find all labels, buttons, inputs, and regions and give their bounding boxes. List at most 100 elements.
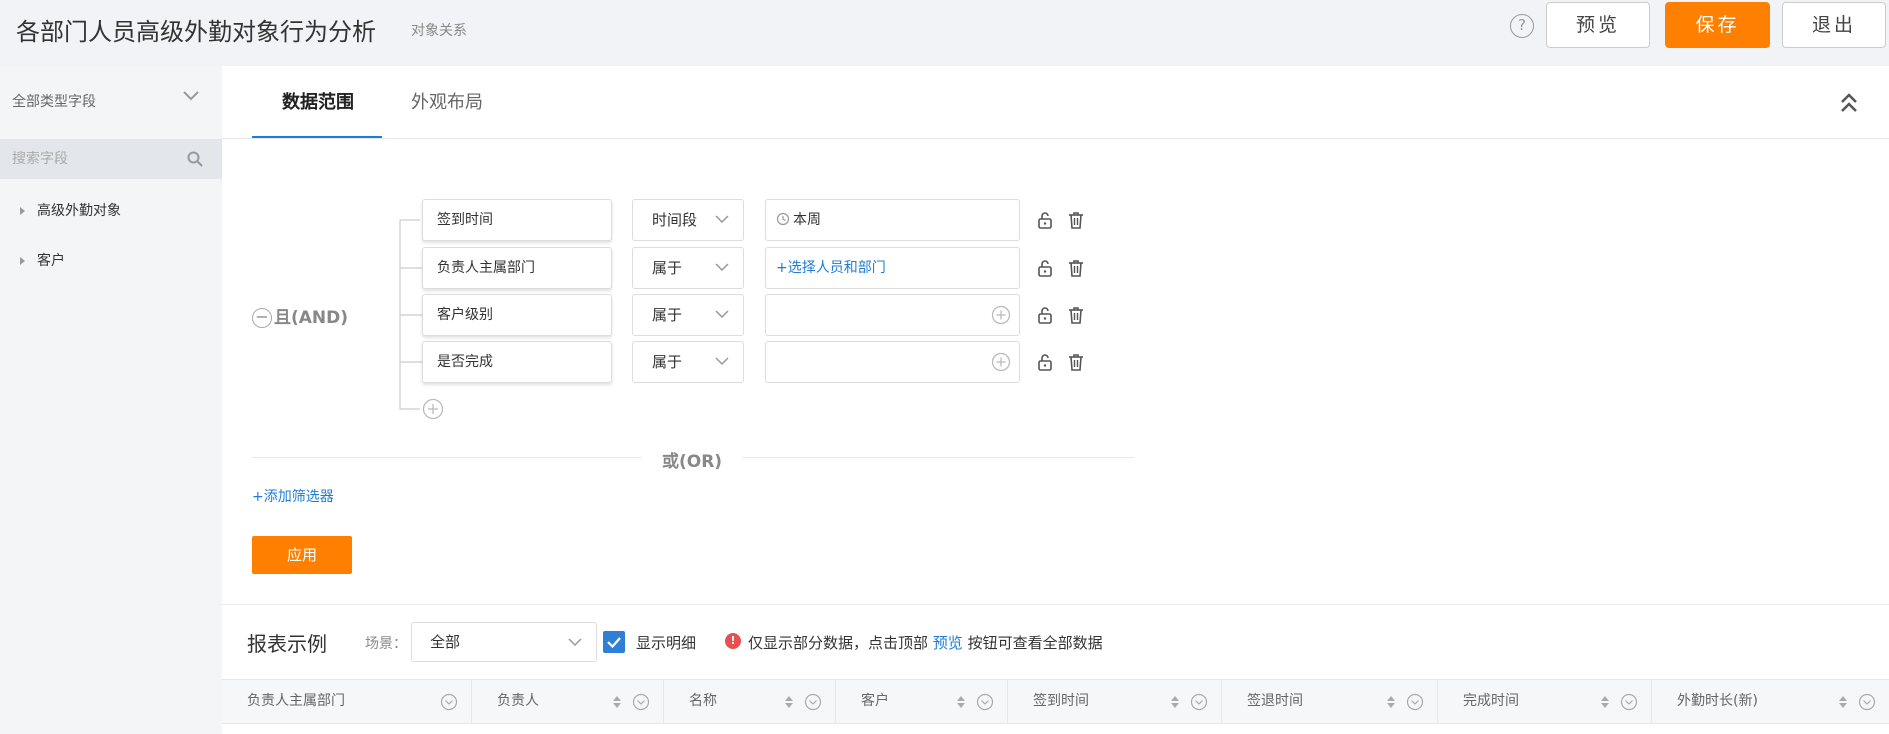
column-header[interactable]: 名称	[664, 680, 836, 723]
column-menu-icon[interactable]	[1858, 693, 1876, 711]
sidebar-item-label: 高级外勤对象	[37, 203, 121, 219]
column-menu-icon[interactable]	[440, 693, 458, 711]
column-header-label: 签到时间	[1033, 693, 1089, 709]
search-box	[0, 139, 222, 179]
trash-icon[interactable]	[1066, 305, 1086, 325]
column-header[interactable]: 签到时间	[1008, 680, 1222, 723]
sort-icon[interactable]	[784, 695, 794, 709]
condition-operator-label: 属于	[652, 353, 683, 371]
unlock-icon[interactable]	[1035, 305, 1055, 325]
apply-button[interactable]: 应用	[252, 536, 352, 574]
column-header-label: 签退时间	[1247, 693, 1303, 709]
column-header-label: 完成时间	[1463, 693, 1519, 709]
double-chevron-up-icon[interactable]	[1839, 92, 1859, 114]
condition-field[interactable]: 客户级别	[422, 294, 612, 336]
column-menu-icon[interactable]	[976, 693, 994, 711]
column-menu-icon[interactable]	[1190, 693, 1208, 711]
sort-icon[interactable]	[956, 695, 966, 709]
column-header-label: 名称	[689, 693, 717, 709]
condition-value-label: 本周	[793, 212, 821, 228]
select-people-dept-link[interactable]: +选择人员和部门	[776, 260, 886, 276]
help-icon[interactable]: ?	[1510, 14, 1534, 38]
info-prefix: 仅显示部分数据，点击顶部	[748, 634, 929, 652]
column-menu-icon[interactable]	[632, 693, 650, 711]
divider	[252, 457, 642, 458]
condition-value[interactable]	[765, 294, 1020, 336]
column-menu-icon[interactable]	[1406, 693, 1424, 711]
active-tab-indicator	[252, 136, 382, 138]
and-label-text: 且(AND)	[274, 308, 349, 328]
condition-operator[interactable]: 属于	[632, 294, 744, 336]
sort-icon[interactable]	[1838, 695, 1848, 709]
chevron-down-icon	[715, 263, 729, 272]
and-group-label[interactable]: − 且(AND)	[252, 303, 348, 328]
sort-icon[interactable]	[1170, 695, 1180, 709]
report-table-header: 负责人主属部门 负责人 名称 客户 签到时间 签退时间 完成时间 外勤时长(新)	[222, 679, 1889, 724]
scene-select[interactable]: 全部	[411, 622, 597, 662]
sidebar-item-customer[interactable]: 客户	[20, 250, 65, 270]
search-icon[interactable]	[186, 150, 204, 168]
condition-value[interactable]	[765, 341, 1020, 383]
sidebar-item-label: 客户	[37, 253, 65, 269]
plus-circle-icon[interactable]	[991, 305, 1011, 325]
trash-icon[interactable]	[1066, 258, 1086, 278]
column-menu-icon[interactable]	[804, 693, 822, 711]
condition-value[interactable]: 本周	[765, 199, 1020, 241]
column-header[interactable]: 外勤时长(新)	[1652, 680, 1889, 723]
trash-icon[interactable]	[1066, 210, 1086, 230]
tab-appearance-layout[interactable]: 外观布局	[411, 88, 483, 114]
unlock-icon[interactable]	[1035, 258, 1055, 278]
condition-field[interactable]: 签到时间	[422, 199, 612, 241]
page-subtitle: 对象关系	[411, 23, 467, 39]
exit-button[interactable]: 退出	[1782, 2, 1886, 48]
unlock-icon[interactable]	[1035, 352, 1055, 372]
sort-icon[interactable]	[1386, 695, 1396, 709]
scene-label: 场景：	[365, 636, 407, 652]
search-input[interactable]	[12, 148, 172, 170]
field-type-select[interactable]: 全部类型字段	[12, 91, 96, 111]
add-filter-link[interactable]: +添加筛选器	[252, 486, 334, 506]
unlock-icon[interactable]	[1035, 210, 1055, 230]
caret-right-icon	[20, 257, 25, 265]
condition-field[interactable]: 负责人主属部门	[422, 247, 612, 289]
column-header[interactable]: 客户	[836, 680, 1008, 723]
tab-data-range[interactable]: 数据范围	[282, 88, 354, 114]
condition-operator[interactable]: 时间段	[632, 199, 744, 241]
clock-icon	[776, 212, 790, 226]
report-title: 报表示例	[247, 632, 327, 656]
column-header-label: 负责人	[497, 693, 539, 709]
scene-select-value: 全部	[430, 633, 461, 651]
condition-operator[interactable]: 属于	[632, 341, 744, 383]
trash-icon[interactable]	[1066, 352, 1086, 372]
chevron-down-icon[interactable]	[181, 89, 201, 103]
column-header[interactable]: 负责人	[472, 680, 664, 723]
show-detail-checkbox[interactable]	[603, 631, 625, 653]
column-header[interactable]: 签退时间	[1222, 680, 1438, 723]
plus-circle-icon[interactable]	[991, 352, 1011, 372]
minus-circle-icon[interactable]: −	[252, 308, 272, 328]
add-condition-icon[interactable]	[422, 398, 444, 420]
info-message: 仅显示部分数据，点击顶部 预览 按钮可查看全部数据	[748, 632, 1103, 653]
column-header[interactable]: 负责人主属部门	[222, 680, 472, 723]
condition-value[interactable]: +选择人员和部门	[765, 247, 1020, 289]
show-detail-label[interactable]: 显示明细	[636, 632, 696, 653]
divider	[742, 457, 1134, 458]
preview-button[interactable]: 预览	[1546, 2, 1650, 48]
save-button[interactable]: 保存	[1665, 2, 1770, 48]
info-suffix: 按钮可查看全部数据	[967, 634, 1103, 652]
sort-icon[interactable]	[612, 695, 622, 709]
condition-field[interactable]: 是否完成	[422, 341, 612, 383]
sidebar-item-field-object[interactable]: 高级外勤对象	[20, 200, 121, 220]
condition-operator[interactable]: 属于	[632, 247, 744, 289]
info-preview-link[interactable]: 预览	[933, 634, 963, 652]
column-header[interactable]: 完成时间	[1438, 680, 1652, 723]
warning-icon: !	[725, 633, 741, 649]
tabs-bar: 数据范围 外观布局	[222, 66, 1889, 139]
top-header: 各部门人员高级外勤对象行为分析 对象关系 ? 预览 保存 退出	[0, 0, 1889, 66]
sort-icon[interactable]	[1600, 695, 1610, 709]
field-sidebar: 全部类型字段 高级外勤对象 客户	[0, 66, 222, 734]
divider	[222, 604, 1889, 605]
column-header-label: 客户	[861, 693, 889, 709]
page-title: 各部门人员高级外勤对象行为分析	[16, 18, 376, 46]
column-menu-icon[interactable]	[1620, 693, 1638, 711]
